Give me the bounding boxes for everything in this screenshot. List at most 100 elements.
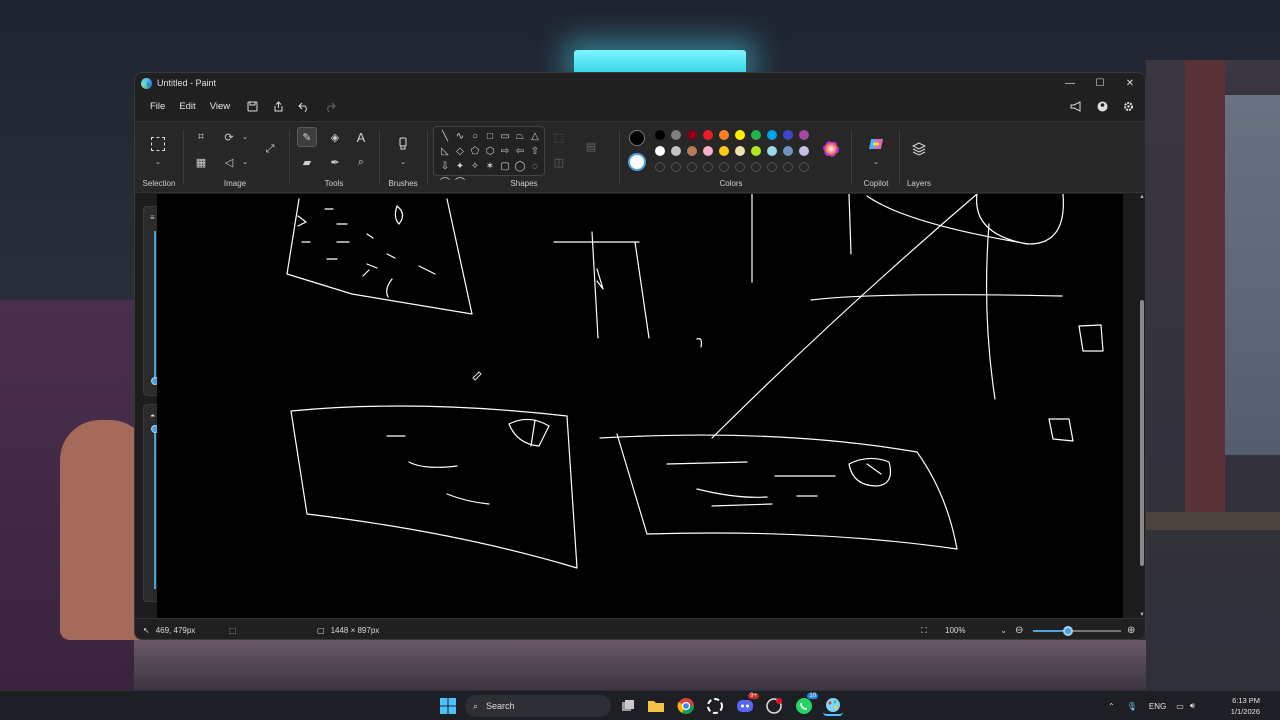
zoom-slider-thumb[interactable] <box>1063 625 1074 636</box>
shape-option[interactable]: ◇ <box>453 144 467 158</box>
whatsapp-icon[interactable]: 10 <box>794 693 818 716</box>
shape-fill-icon[interactable]: ◫ <box>549 152 569 172</box>
vertical-scrollbar-thumb[interactable] <box>1140 300 1144 566</box>
taskbar-clock[interactable]: 6:13 PM 1/1/2026 <box>1231 695 1260 717</box>
close-button[interactable]: ✕ <box>1115 73 1145 93</box>
palette-color-swatch[interactable] <box>767 146 777 156</box>
image-resize-icon[interactable]: ⤢ <box>260 139 280 159</box>
minimize-button[interactable]: — <box>1055 73 1085 93</box>
zoom-level-dropdown[interactable]: 100% ⌄ <box>945 619 1007 639</box>
redo-icon[interactable] <box>319 95 341 117</box>
text-tool-icon[interactable]: A <box>351 127 371 147</box>
share-icon[interactable] <box>267 95 289 117</box>
account-icon[interactable] <box>1091 95 1113 117</box>
copilot-dropdown-chevron-icon[interactable]: ⌄ <box>866 152 886 172</box>
shape-option[interactable]: ✦ <box>453 159 467 173</box>
shape-option[interactable]: ⇧ <box>528 144 542 158</box>
undo-icon[interactable] <box>293 95 315 117</box>
rotate-dropdown-chevron-icon[interactable]: ⌄ <box>235 127 255 147</box>
tray-overflow-chevron-icon[interactable]: ⌃ <box>1108 702 1115 711</box>
shape-option[interactable]: ⌒ <box>438 174 452 189</box>
layers-icon[interactable] <box>909 139 929 159</box>
scroll-up-arrow-icon[interactable]: ▲ <box>1139 194 1145 200</box>
shape-option[interactable]: ⇨ <box>498 144 512 158</box>
palette-color-swatch[interactable] <box>783 146 793 156</box>
palette-color-swatch[interactable] <box>687 146 697 156</box>
palette-color-swatch[interactable] <box>703 146 713 156</box>
selection-tool[interactable] <box>148 134 168 154</box>
save-icon[interactable] <box>241 95 263 117</box>
palette-color-swatch[interactable] <box>719 130 729 140</box>
vertical-scrollbar[interactable]: ▲ ▼ <box>1137 194 1145 618</box>
color-picker-icon[interactable]: ✒ <box>325 152 345 172</box>
palette-color-swatch[interactable] <box>767 130 777 140</box>
volume-icon[interactable]: 🔊︎ <box>1190 701 1195 711</box>
microphone-icon[interactable]: 🎙︎ <box>1127 702 1137 711</box>
custom-color-slot[interactable] <box>799 162 809 172</box>
settings-gear-icon[interactable] <box>1117 95 1139 117</box>
app-icon-circle[interactable] <box>705 696 725 716</box>
custom-color-slot[interactable] <box>671 162 681 172</box>
shape-option[interactable]: ◌ <box>528 159 542 173</box>
selection-dropdown-chevron-icon[interactable]: ⌄ <box>148 152 168 172</box>
file-explorer-icon[interactable] <box>646 696 666 716</box>
shape-option[interactable]: ◯ <box>513 159 527 173</box>
palette-color-swatch[interactable] <box>783 130 793 140</box>
custom-color-slot[interactable] <box>703 162 713 172</box>
shape-option[interactable]: ⌒ <box>453 174 467 189</box>
language-indicator[interactable]: ENG <box>1149 702 1166 711</box>
palette-color-swatch[interactable] <box>799 130 809 140</box>
palette-color-swatch[interactable] <box>687 130 697 140</box>
shape-option[interactable]: ⬠ <box>468 144 482 158</box>
shape-option[interactable]: ▢ <box>498 159 512 173</box>
brushes-dropdown-chevron-icon[interactable]: ⌄ <box>393 152 413 172</box>
custom-color-slot[interactable] <box>655 162 665 172</box>
maximize-button[interactable]: ☐ <box>1085 73 1115 93</box>
shape-option[interactable]: ╲ <box>438 129 452 143</box>
custom-color-slot[interactable] <box>767 162 777 172</box>
palette-color-swatch[interactable] <box>751 146 761 156</box>
palette-color-swatch[interactable] <box>751 130 761 140</box>
palette-color-swatch[interactable] <box>735 130 745 140</box>
zoom-in-icon[interactable]: ⊕ <box>1127 619 1135 639</box>
network-icon[interactable]: ▭ <box>1176 702 1184 711</box>
custom-color-slot[interactable] <box>751 162 761 172</box>
shape-option[interactable]: ⇦ <box>513 144 527 158</box>
megaphone-icon[interactable] <box>1065 95 1087 117</box>
shape-outline-icon[interactable]: ⬚ <box>549 127 569 147</box>
shape-size-icon[interactable]: ▤ <box>581 136 601 156</box>
palette-color-swatch[interactable] <box>799 146 809 156</box>
custom-color-slot[interactable] <box>783 162 793 172</box>
shape-option[interactable]: ○ <box>468 129 482 143</box>
discord-icon[interactable]: 9+ <box>735 693 759 716</box>
selection-grid-icon[interactable]: ▦ <box>191 152 211 172</box>
palette-color-swatch[interactable] <box>735 146 745 156</box>
pencil-icon[interactable]: ✎ <box>297 127 317 147</box>
palette-color-swatch[interactable] <box>703 130 713 140</box>
shape-option[interactable]: ⬡ <box>483 144 497 158</box>
paint-taskbar-icon[interactable] <box>823 696 843 716</box>
magnifier-icon[interactable]: ⌕ <box>351 152 371 172</box>
windows-start-icon[interactable] <box>438 696 458 716</box>
copilot-icon[interactable] <box>866 134 886 154</box>
fill-bucket-icon[interactable]: ◈ <box>325 127 345 147</box>
custom-color-slot[interactable] <box>735 162 745 172</box>
shape-option[interactable]: ◺ <box>438 144 452 158</box>
palette-color-swatch[interactable] <box>655 146 665 156</box>
zoom-out-icon[interactable]: ⊖ <box>1015 619 1023 639</box>
taskbar-search[interactable]: ⌕ Search <box>465 695 611 717</box>
palette-color-swatch[interactable] <box>719 146 729 156</box>
shape-option[interactable]: ✶ <box>483 159 497 173</box>
shape-option[interactable]: ✧ <box>468 159 482 173</box>
shape-option[interactable]: ▭ <box>498 129 512 143</box>
shape-option[interactable]: □ <box>483 129 497 143</box>
zoom-slider[interactable] <box>1033 619 1121 639</box>
custom-color-slot[interactable] <box>719 162 729 172</box>
task-view-icon[interactable] <box>618 696 638 716</box>
menu-edit[interactable]: Edit <box>172 101 202 112</box>
drawing-canvas[interactable] <box>157 193 1123 618</box>
crop-icon[interactable]: ⌗ <box>191 127 211 147</box>
shape-option[interactable]: △ <box>528 129 542 143</box>
shape-option[interactable]: ∿ <box>453 129 467 143</box>
chrome-icon[interactable] <box>676 696 696 716</box>
